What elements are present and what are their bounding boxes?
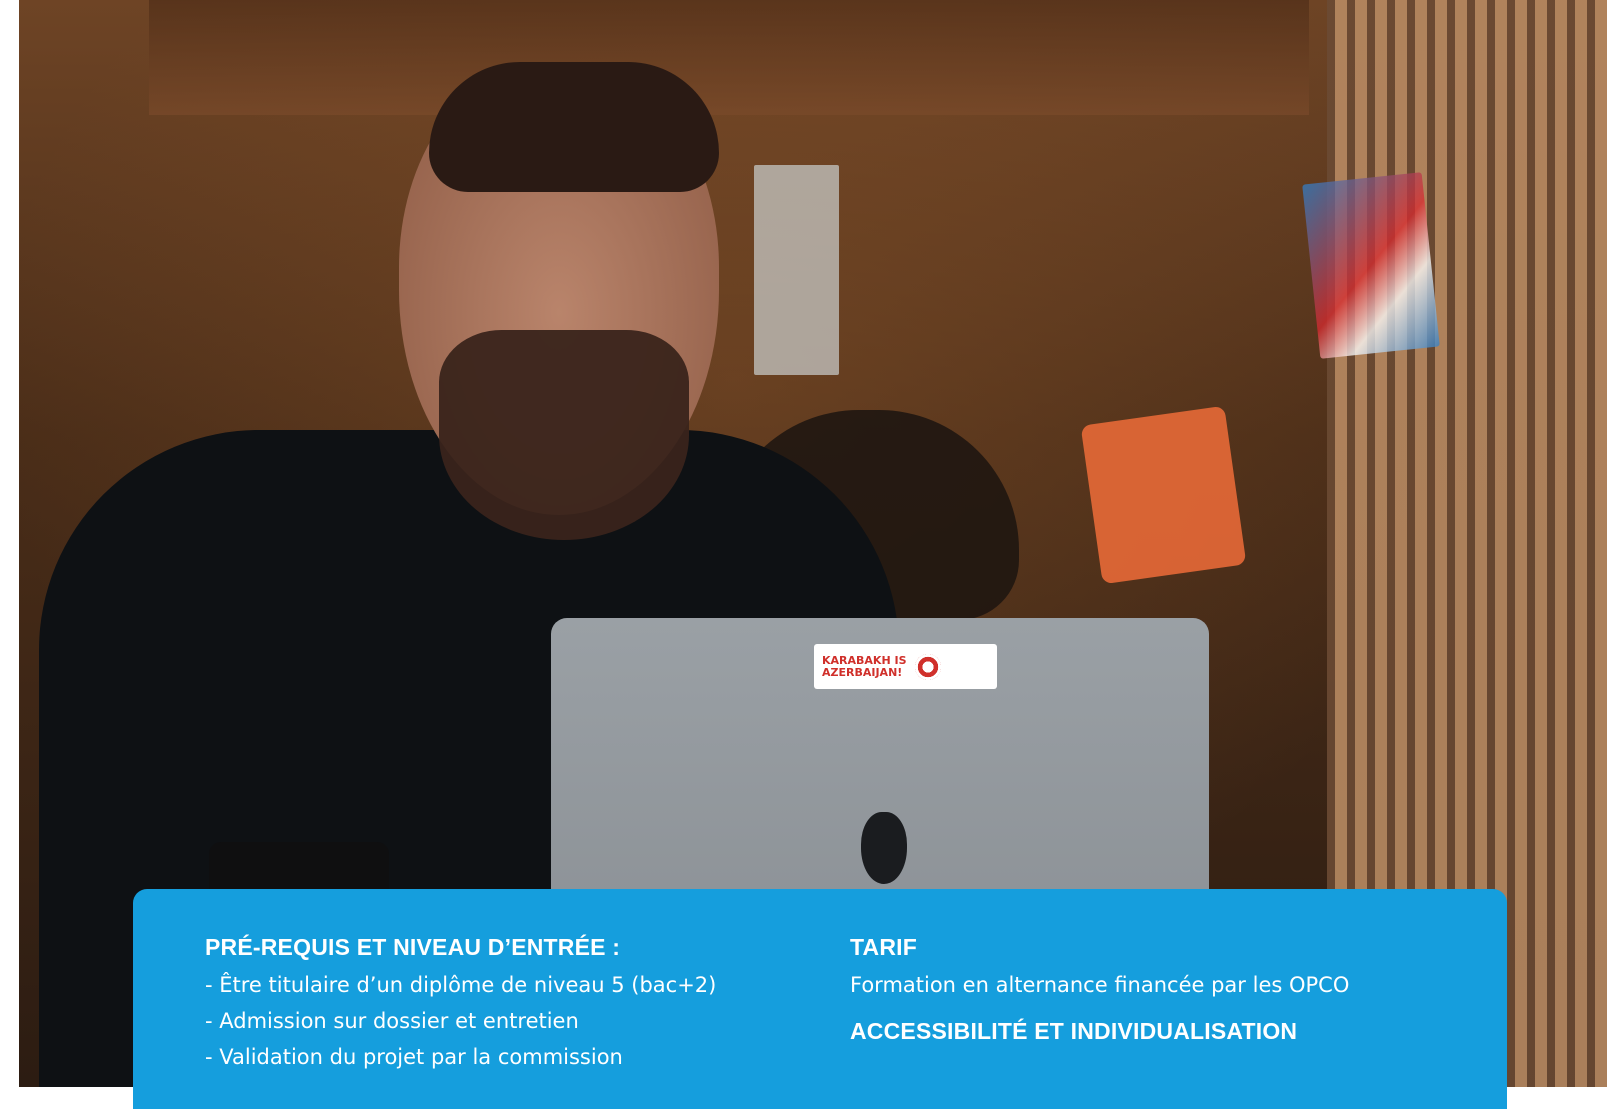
accessibility-heading: ACCESSIBILITÉ ET INDIVIDUALISATION <box>850 1018 1298 1044</box>
tarif-heading: TARIF <box>850 934 918 960</box>
tarif-text: Formation en alternance financée par les… <box>850 973 1350 997</box>
laptop-sticker-text: KARABAKH IS AZERBAIJAN! <box>822 653 907 679</box>
apple-logo-icon <box>861 812 907 884</box>
target-icon <box>914 653 941 680</box>
man-hair <box>429 62 719 192</box>
wall-sticker <box>1302 172 1440 359</box>
prerequisite-item: - Validation du projet par la commission <box>205 1045 623 1069</box>
prerequisite-item: - Être titulaire d’un diplôme de niveau … <box>205 973 717 997</box>
prerequisites-heading: PRÉ-REQUIS ET NIVEAU D’ENTRÉE : <box>205 934 621 960</box>
prerequisites-section: PRÉ-REQUIS ET NIVEAU D’ENTRÉE : - Être t… <box>205 933 765 1075</box>
background-poster <box>754 165 839 375</box>
laptop-sticker: KARABAKH IS AZERBAIJAN! <box>814 644 997 689</box>
info-card: PRÉ-REQUIS ET NIVEAU D’ENTRÉE : - Être t… <box>133 889 1507 1109</box>
orange-chair <box>1080 405 1247 585</box>
prerequisite-item: - Admission sur dossier et entretien <box>205 1009 579 1033</box>
tarif-section: TARIF Formation en alternance financée p… <box>850 933 1450 1045</box>
man-beard <box>439 330 689 540</box>
ceiling-background <box>149 0 1309 115</box>
